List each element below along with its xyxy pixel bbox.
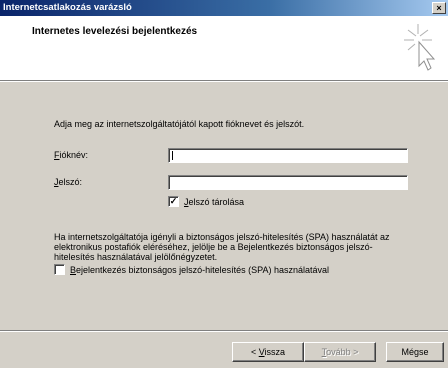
spa-checkbox[interactable] [54, 264, 65, 275]
remember-password-label[interactable]: Jelszó tárolása [184, 197, 244, 207]
remember-password-checkbox[interactable]: ✓ [168, 196, 179, 207]
spa-description: Ha internetszolgáltatója igényli a bizto… [54, 232, 390, 262]
account-label: Fióknév: [54, 150, 89, 160]
text-caret [172, 151, 173, 160]
back-button[interactable]: < Vissza [232, 342, 304, 362]
cancel-button[interactable]: Mégse [386, 342, 444, 362]
password-input[interactable] [168, 175, 408, 190]
spa-checkbox-label[interactable]: Bejelentkezés biztonságos jelszó-hiteles… [70, 265, 329, 275]
wizard-header: Internetes levelezési bejelentkezés [0, 16, 448, 80]
account-name-input[interactable] [168, 148, 408, 163]
close-button[interactable]: × [432, 2, 446, 14]
footer-separator [0, 330, 448, 332]
wizard-icon [404, 24, 436, 71]
intro-text: Adja meg az internetszolgáltatójától kap… [54, 119, 305, 129]
page-title: Internetes levelezési bejelentkezés [32, 26, 198, 37]
title-bar[interactable]: Internetcsatlakozás varázsló × [0, 0, 448, 16]
next-button[interactable]: Tovább > [304, 342, 376, 362]
password-label: Jelszó: [54, 177, 83, 187]
header-separator [0, 80, 448, 82]
window-title: Internetcsatlakozás varázsló [3, 2, 132, 13]
